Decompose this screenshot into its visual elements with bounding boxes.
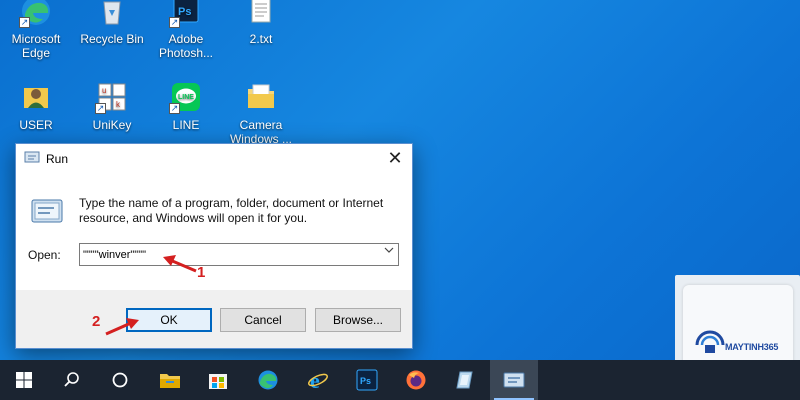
maytinh365-logo-icon: [695, 330, 725, 353]
store-icon: [209, 374, 227, 389]
firefox-icon: [406, 370, 426, 390]
app-icon: [456, 371, 473, 389]
svg-text:Ps: Ps: [360, 376, 371, 386]
taskbar-task-view[interactable]: [96, 360, 144, 400]
start-button[interactable]: [0, 360, 48, 400]
file-explorer-icon: [160, 374, 180, 388]
annotation-arrow-2: [105, 318, 139, 336]
taskbar-app[interactable]: [441, 360, 489, 400]
taskbar-edge[interactable]: [244, 360, 292, 400]
taskbar-store[interactable]: [194, 360, 242, 400]
photoshop-icon: Ps: [356, 369, 378, 391]
taskbar-search[interactable]: [48, 360, 96, 400]
watermark-brand: MAYTINH365: [725, 342, 779, 352]
search-icon: [64, 372, 79, 387]
annotation-arrow-1: [163, 255, 197, 273]
start-icon: [16, 372, 32, 388]
annotation-step-2: 2: [92, 313, 101, 330]
internet-explorer-icon: e: [308, 369, 328, 391]
taskbar-internet-explorer[interactable]: e: [294, 360, 342, 400]
run-icon: [503, 372, 525, 388]
annotation-step-1: 1: [197, 264, 206, 281]
task-view-icon: [112, 372, 128, 388]
taskbar: e Ps: [0, 360, 800, 400]
taskbar-file-explorer[interactable]: [146, 360, 194, 400]
taskbar-firefox[interactable]: [392, 360, 440, 400]
edge-icon: [258, 370, 278, 390]
taskbar-photoshop[interactable]: Ps: [343, 360, 391, 400]
taskbar-run[interactable]: [490, 360, 538, 400]
